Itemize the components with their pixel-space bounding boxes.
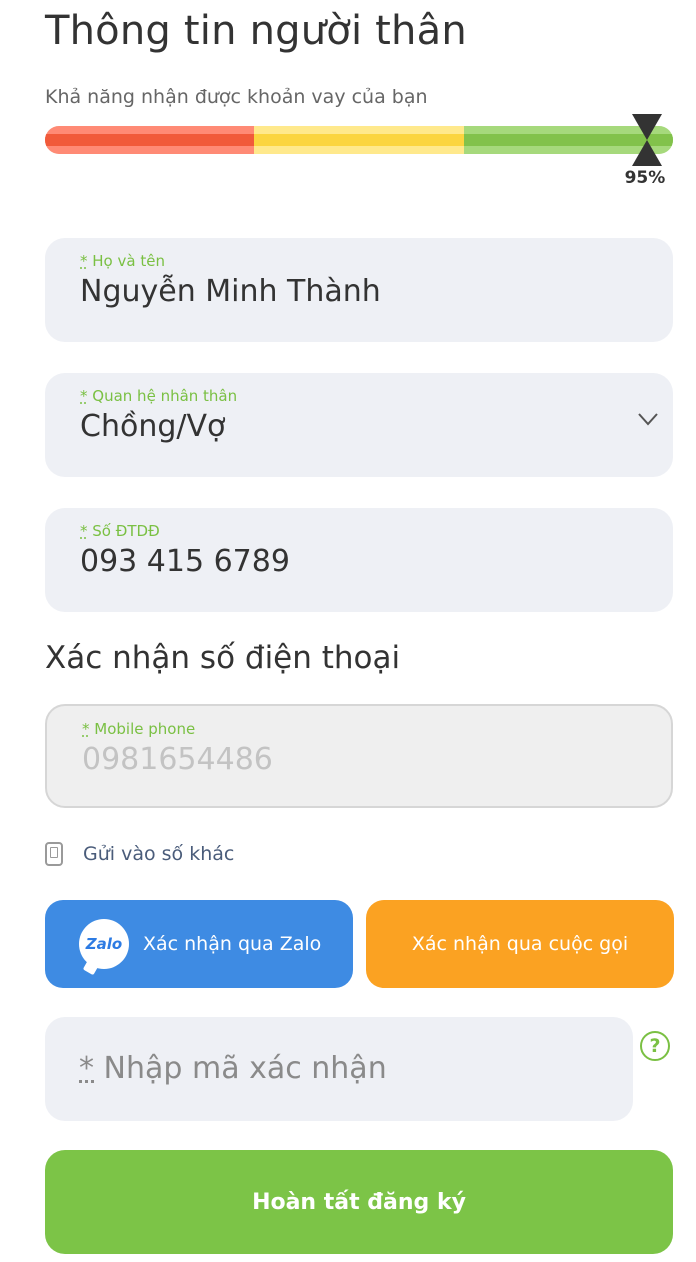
score-marker-icon — [631, 114, 662, 166]
send-other-number-label: Gửi vào số khác — [83, 843, 235, 865]
verify-call-button[interactable]: Xác nhận qua cuộc gọi — [366, 900, 674, 988]
phone-field[interactable]: * Số ĐTDĐ 093 415 6789 — [45, 508, 673, 612]
relationship-value: Chồng/Vợ — [80, 409, 226, 444]
phone-label: * Số ĐTDĐ — [80, 522, 160, 540]
page-title: Thông tin người thân — [45, 8, 467, 54]
verify-zalo-button[interactable]: Zalo Xác nhận qua Zalo — [45, 900, 353, 988]
bar-segment-mid — [254, 126, 464, 154]
chevron-down-icon — [638, 413, 658, 426]
zalo-icon: Zalo — [79, 919, 129, 969]
mobile-phone-label: * Mobile phone — [82, 720, 196, 738]
score-percent-label: 95% — [624, 168, 666, 188]
verification-code-placeholder: * Nhập mã xác nhận — [79, 1051, 387, 1086]
bar-segment-low — [45, 126, 254, 154]
full-name-field[interactable]: * Họ và tên Nguyễn Minh Thành — [45, 238, 673, 342]
full-name-label: * Họ và tên — [80, 252, 165, 270]
verify-zalo-label: Xác nhận qua Zalo — [143, 933, 322, 955]
help-icon[interactable]: ? — [640, 1031, 670, 1061]
relationship-select[interactable]: * Quan hệ nhân thân Chồng/Vợ — [45, 373, 673, 477]
loan-chance-caption: Khả năng nhận được khoản vay của bạn — [45, 86, 428, 108]
phone-device-icon — [45, 842, 63, 866]
full-name-value: Nguyễn Minh Thành — [80, 274, 381, 309]
relationship-label: * Quan hệ nhân thân — [80, 387, 238, 405]
verify-phone-title: Xác nhận số điện thoại — [45, 640, 401, 676]
mobile-phone-field: * Mobile phone 0981654486 — [45, 704, 673, 808]
send-other-number-link[interactable]: Gửi vào số khác — [45, 842, 234, 866]
loan-chance-bar — [45, 126, 673, 154]
phone-value: 093 415 6789 — [80, 544, 290, 579]
verification-code-input[interactable]: * Nhập mã xác nhận — [45, 1017, 633, 1121]
mobile-phone-value: 0981654486 — [82, 742, 273, 777]
verify-call-label: Xác nhận qua cuộc gọi — [411, 933, 629, 955]
complete-registration-button[interactable]: Hoàn tất đăng ký — [45, 1150, 673, 1254]
